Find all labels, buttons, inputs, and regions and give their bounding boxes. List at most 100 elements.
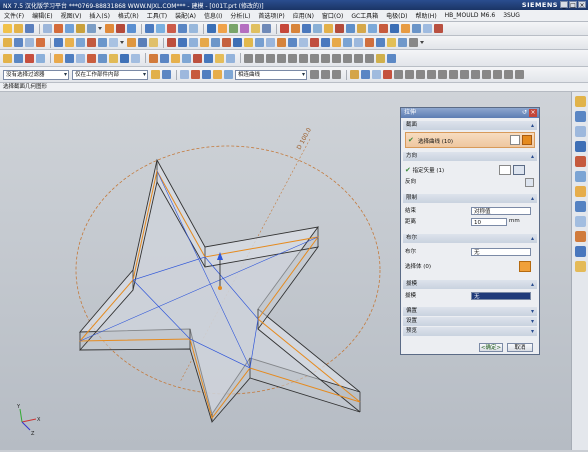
snap-endpoint-icon[interactable] xyxy=(244,53,253,63)
measure-angle-icon[interactable] xyxy=(138,38,147,47)
bom-icon[interactable] xyxy=(390,24,399,33)
mould-wizard-icon[interactable] xyxy=(280,24,289,33)
shell-icon[interactable] xyxy=(178,24,187,33)
shaded-icon[interactable] xyxy=(277,38,286,47)
limits-group-header[interactable]: 限制 xyxy=(403,194,537,203)
move-object-icon[interactable] xyxy=(65,38,74,47)
maximize-button[interactable]: □ xyxy=(569,1,577,9)
drag-handle[interactable] xyxy=(218,286,222,290)
measure-distance-icon[interactable] xyxy=(127,38,136,47)
menu-help[interactable]: 帮助(H) xyxy=(411,11,440,20)
direction-group-header[interactable]: 方向 xyxy=(403,152,537,161)
ejector-icon[interactable] xyxy=(335,24,344,33)
menu-preferences[interactable]: 首选项(P) xyxy=(254,11,288,20)
datum-axis-icon[interactable] xyxy=(25,38,34,47)
line-icon[interactable] xyxy=(54,53,63,63)
trim-body-icon[interactable] xyxy=(189,24,198,33)
curvature-icon[interactable] xyxy=(189,38,198,47)
face-edges-icon[interactable] xyxy=(310,38,319,47)
history-icon[interactable] xyxy=(575,186,586,197)
snap-quadrant-icon[interactable] xyxy=(277,53,286,63)
distance-input[interactable]: 10 xyxy=(471,218,507,226)
snap-center-icon[interactable] xyxy=(266,53,275,63)
dimension-label[interactable]: D 100.0 xyxy=(296,127,313,151)
wcs-icon[interactable] xyxy=(3,53,12,63)
select-curve-row[interactable]: ✔ 选择曲线 (10) xyxy=(405,132,535,148)
curve-icon[interactable] xyxy=(522,135,532,145)
perspective-icon[interactable] xyxy=(343,38,352,47)
sketch-icon[interactable] xyxy=(43,24,52,33)
hd3d-tools-icon[interactable] xyxy=(575,156,586,167)
measure-snap-icon[interactable] xyxy=(460,70,469,79)
polygon-icon[interactable] xyxy=(98,53,107,63)
fit-view-icon[interactable] xyxy=(504,70,513,79)
wcs-orient-icon[interactable] xyxy=(36,53,45,63)
process-studio-icon[interactable] xyxy=(575,216,586,227)
extrude-icon[interactable] xyxy=(54,24,63,33)
deviation-icon[interactable] xyxy=(200,38,209,47)
stop-at-intersection-icon[interactable] xyxy=(310,70,319,79)
end-option-select[interactable]: 对称值 xyxy=(471,207,531,215)
point-constructor-icon[interactable] xyxy=(350,70,359,79)
ok-button[interactable]: <确定> xyxy=(479,343,503,352)
menu-tools[interactable]: 工具(T) xyxy=(143,11,171,20)
group-icon[interactable] xyxy=(76,38,85,47)
background-icon[interactable] xyxy=(354,38,363,47)
face-icon[interactable] xyxy=(202,70,211,79)
body-icon[interactable] xyxy=(191,70,200,79)
snap-tangent-icon[interactable] xyxy=(343,53,352,63)
chamfer-icon[interactable] xyxy=(156,24,165,33)
intersection-curve-icon[interactable] xyxy=(171,53,180,63)
wireframe-icon[interactable] xyxy=(266,38,275,47)
constraint-navigator-icon[interactable] xyxy=(575,111,586,122)
vector-constructor-icon[interactable] xyxy=(499,165,511,175)
hide-icon[interactable] xyxy=(98,38,107,47)
mass-properties-icon[interactable] xyxy=(149,38,158,47)
camera-icon[interactable] xyxy=(376,38,385,47)
snap-midpoint-icon[interactable] xyxy=(255,53,264,63)
palette-icon[interactable] xyxy=(575,261,586,272)
csys-constructor-icon[interactable] xyxy=(383,70,392,79)
pattern-icon[interactable] xyxy=(229,24,238,33)
minimize-button[interactable]: _ xyxy=(560,1,568,9)
settings-group-header[interactable]: 设置 xyxy=(403,317,537,326)
menu-file[interactable]: 文件(F) xyxy=(0,11,28,20)
render-style-icon[interactable] xyxy=(255,38,264,47)
snap-control-point-icon[interactable] xyxy=(321,53,330,63)
draft-icon[interactable] xyxy=(167,24,176,33)
orient-view-icon[interactable] xyxy=(398,38,407,47)
menu-assemblies[interactable]: 装配(A) xyxy=(171,11,200,20)
line-snap-icon[interactable] xyxy=(394,70,403,79)
vector-constructor-icon[interactable] xyxy=(361,70,370,79)
color-icon[interactable] xyxy=(387,53,396,63)
translucent-icon[interactable] xyxy=(332,38,341,47)
menu-electrode[interactable]: 电极(D) xyxy=(382,11,411,20)
divide-curve-icon[interactable] xyxy=(204,53,213,63)
gate-icon[interactable] xyxy=(357,24,366,33)
thread-icon[interactable] xyxy=(251,24,260,33)
circle-icon[interactable] xyxy=(76,53,85,63)
reverse-direction-icon[interactable] xyxy=(525,178,534,187)
circle-snap-icon[interactable] xyxy=(416,70,425,79)
intersect-icon[interactable] xyxy=(127,24,136,33)
mirror-icon[interactable] xyxy=(240,24,249,33)
sketch-section-icon[interactable] xyxy=(510,135,520,145)
arc-icon[interactable] xyxy=(65,53,74,63)
cancel-button[interactable]: 取消 xyxy=(507,343,533,352)
chevron-down-icon[interactable] xyxy=(120,38,124,47)
studio-icon[interactable] xyxy=(288,38,297,47)
spline-icon[interactable] xyxy=(120,53,129,63)
subtract-icon[interactable] xyxy=(116,24,125,33)
rotate-wcs-icon[interactable] xyxy=(25,53,34,63)
trim-curve-icon[interactable] xyxy=(193,53,202,63)
close-button[interactable]: × xyxy=(578,1,586,9)
reuse-library-icon[interactable] xyxy=(575,141,586,152)
vertex-icon[interactable] xyxy=(224,70,233,79)
select-all-icon[interactable] xyxy=(151,70,160,79)
edit-section-icon[interactable] xyxy=(233,38,242,47)
edge-blend-icon[interactable] xyxy=(145,24,154,33)
menu-insert[interactable]: 插入(S) xyxy=(85,11,114,20)
menu-3sug[interactable]: 3SUG xyxy=(499,12,524,19)
rectangle-icon[interactable] xyxy=(87,53,96,63)
rotate-view-icon[interactable] xyxy=(493,70,502,79)
